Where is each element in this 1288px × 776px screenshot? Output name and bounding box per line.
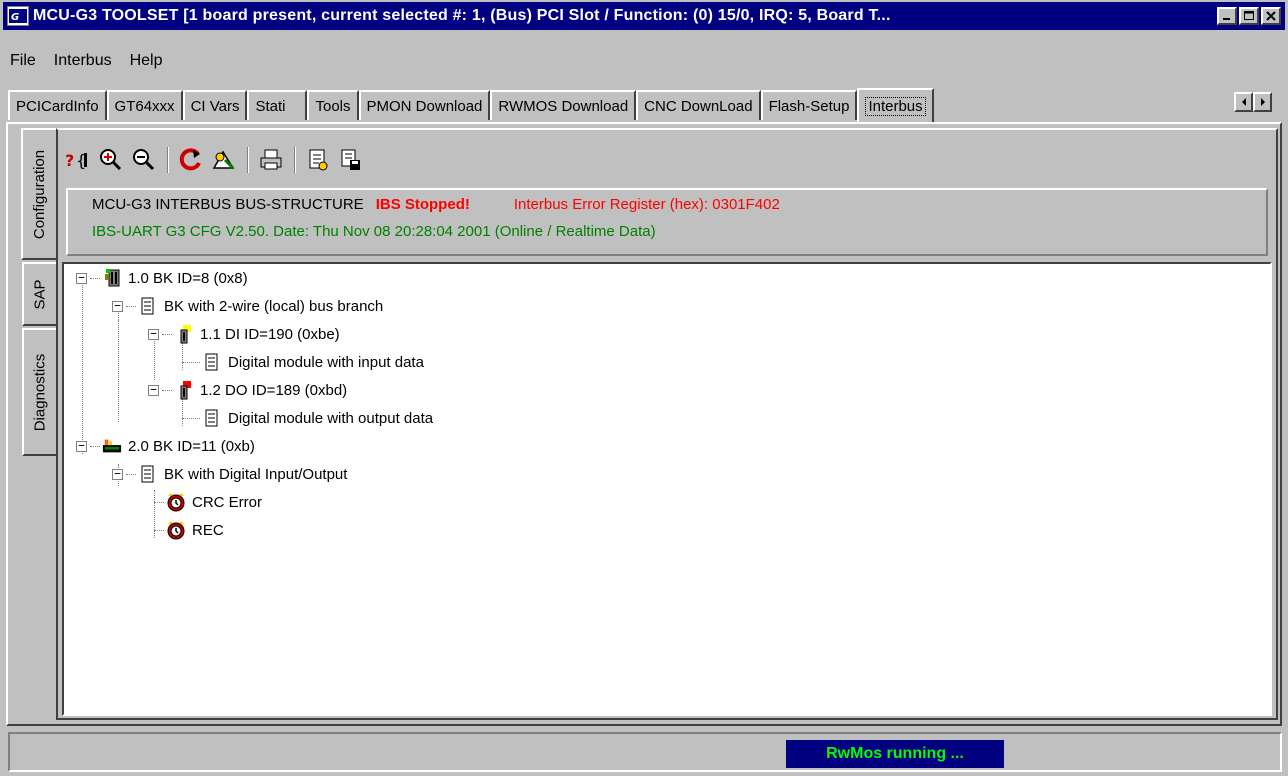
svg-text:?: ? xyxy=(65,151,74,170)
tab-interbus[interactable]: Interbus xyxy=(857,88,934,122)
tree-node-label: 1.1 DI ID=190 (0xbe) xyxy=(200,325,340,343)
tree-node-bk1-branch[interactable]: − BK with 2-wire (local) bus branch xyxy=(112,292,383,320)
toolbar-separator xyxy=(294,147,296,173)
menu-file[interactable]: File xyxy=(10,52,36,76)
refresh-icon[interactable] xyxy=(177,146,205,174)
tree-node-di[interactable]: − 1.1 DI ID=190 (0xbe) xyxy=(148,320,340,348)
tree-node-do-desc[interactable]: Digital module with output data xyxy=(182,404,433,432)
collapse-icon[interactable]: − xyxy=(148,384,159,396)
tree-node-di-desc[interactable]: Digital module with input data xyxy=(182,348,424,376)
save-document-icon[interactable] xyxy=(337,146,365,174)
help-icon[interactable]: ?{ xyxy=(64,146,92,174)
tab-pcicardinfo[interactable]: PCICardInfo xyxy=(8,90,107,120)
status-message: RwMos running ... xyxy=(786,740,1004,768)
collapse-icon[interactable]: − xyxy=(148,328,159,340)
toolbar-separator xyxy=(247,147,249,173)
diagnose-icon[interactable] xyxy=(210,146,238,174)
tree-node-label: 1.2 DO ID=189 (0xbd) xyxy=(200,381,348,399)
scroll-right-button[interactable] xyxy=(1253,92,1272,112)
zoom-out-icon[interactable] xyxy=(130,146,158,174)
app-icon[interactable]: G xyxy=(7,6,29,26)
tree-node-label: CRC Error xyxy=(192,493,262,511)
zoom-in-icon[interactable] xyxy=(97,146,125,174)
tab-tools[interactable]: Tools xyxy=(307,90,359,120)
tree-node-label: 1.0 BK ID=8 (0x8) xyxy=(128,269,248,287)
menu-bar: File Interbus Help xyxy=(10,52,163,76)
tab-stati[interactable]: Stati xyxy=(247,90,308,120)
tab-ci-vars[interactable]: CI Vars xyxy=(182,90,248,120)
tree-node-label: BK with 2-wire (local) bus branch xyxy=(164,297,384,315)
tab-rwmos-download[interactable]: RWMOS Download xyxy=(490,90,637,120)
tree-node-bk1[interactable]: − 1.0 BK ID=8 (0x8) xyxy=(76,264,248,292)
tree-node-bk2-branch[interactable]: − BK with Digital Input/Output xyxy=(112,460,347,488)
side-tab-diagnostics[interactable]: Diagnostics xyxy=(22,328,56,456)
tab-cnc-download[interactable]: CNC DownLoad xyxy=(636,90,761,120)
side-tab-configuration[interactable]: Configuration xyxy=(21,128,57,260)
output-module-icon xyxy=(174,380,194,400)
side-tab-sap[interactable]: SAP xyxy=(22,262,56,326)
minimize-button[interactable] xyxy=(1217,7,1237,25)
bus-info-panel: MCU-G3 INTERBUS BUS-STRUCTURE IBS Stoppe… xyxy=(66,188,1268,256)
tree-node-crc-error[interactable]: CRC Error xyxy=(154,488,262,516)
bus-tree[interactable]: − 1.0 BK ID=8 (0x8) − BK with 2-wire (lo… xyxy=(62,262,1272,716)
bus-terminal-icon xyxy=(102,268,122,288)
tab-pmon-download[interactable]: PMON Download xyxy=(358,90,491,120)
list-icon xyxy=(138,296,158,316)
document-icon[interactable] xyxy=(304,146,332,174)
menu-interbus[interactable]: Interbus xyxy=(54,52,112,76)
error-register: Interbus Error Register (hex): 0301F402 xyxy=(513,196,780,213)
tree-node-label: Digital module with input data xyxy=(228,353,424,371)
collapse-icon[interactable]: − xyxy=(76,272,87,284)
toolbar-separator xyxy=(167,147,169,173)
tree-node-rec[interactable]: REC xyxy=(154,516,224,544)
ibs-status: IBS Stopped! xyxy=(375,196,470,213)
error-alarm-icon xyxy=(166,492,186,512)
scroll-left-button[interactable] xyxy=(1234,92,1253,112)
tab-scroll xyxy=(1234,92,1272,112)
list-icon xyxy=(202,408,222,428)
tree-node-label: Digital module with output data xyxy=(228,409,434,427)
status-bar xyxy=(8,732,1282,772)
maximize-button[interactable] xyxy=(1239,7,1259,25)
tree-node-label: REC xyxy=(192,521,224,539)
tree-node-label: 2.0 BK ID=11 (0xb) xyxy=(128,437,255,455)
window-title: MCU-G3 TOOLSET [1 board present, current… xyxy=(33,7,891,24)
title-bar: G MCU-G3 TOOLSET [1 board present, curre… xyxy=(3,2,1285,30)
bus-terminal-io-icon xyxy=(102,436,122,456)
print-icon[interactable] xyxy=(257,146,285,174)
error-alarm-icon xyxy=(166,520,186,540)
version-info: IBS-UART G3 CFG V2.50. Date: Thu Nov 08 … xyxy=(92,223,656,240)
bus-structure-title: MCU-G3 INTERBUS BUS-STRUCTURE xyxy=(92,196,364,213)
collapse-icon[interactable]: − xyxy=(76,440,87,452)
tab-strip: PCICardInfo GT64xxx CI Vars Stati Tools … xyxy=(8,88,934,122)
tree-node-label: BK with Digital Input/Output xyxy=(164,465,348,483)
input-module-icon xyxy=(174,324,194,344)
collapse-icon[interactable]: − xyxy=(112,468,123,480)
tab-gt64xxx[interactable]: GT64xxx xyxy=(106,90,183,120)
collapse-icon[interactable]: − xyxy=(112,300,123,312)
close-button[interactable] xyxy=(1261,7,1281,25)
tab-flash-setup[interactable]: Flash-Setup xyxy=(760,90,858,120)
svg-text:G: G xyxy=(11,12,19,23)
tree-node-do[interactable]: − 1.2 DO ID=189 (0xbd) xyxy=(148,376,347,404)
tree-node-bk2[interactable]: − 2.0 BK ID=11 (0xb) xyxy=(76,432,255,460)
list-icon xyxy=(138,464,158,484)
list-icon xyxy=(202,352,222,372)
toolbar: ?{ xyxy=(64,144,370,176)
menu-help[interactable]: Help xyxy=(130,52,163,76)
